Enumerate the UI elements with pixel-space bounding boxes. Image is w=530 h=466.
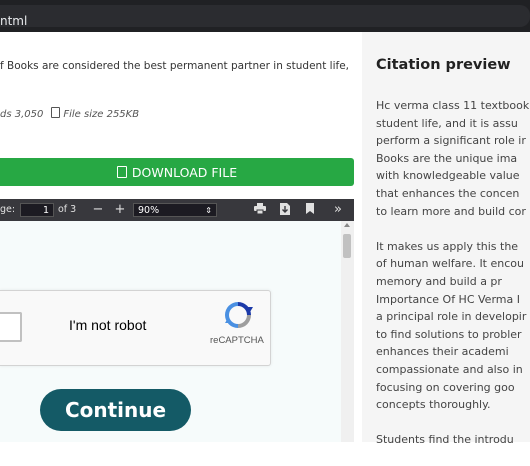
zoom-value: 90% [138, 205, 160, 216]
zoom-out-button[interactable]: − [90, 199, 106, 221]
document-description: f Books are considered the best permanen… [0, 60, 350, 72]
citation-line: student life, and it is assu [376, 116, 518, 130]
citation-line: Importance Of HC Verma I [376, 292, 520, 306]
download-file-button[interactable]: DOWNLOAD FILE [0, 158, 354, 186]
scrollbar-thumb[interactable] [343, 234, 351, 258]
page-number-input[interactable]: 1 [20, 203, 54, 217]
recaptcha-logo-icon [225, 302, 253, 328]
page-total: of 3 [58, 204, 77, 215]
citation-line: compassionate and also in [376, 362, 523, 376]
file-icon [51, 107, 61, 118]
citation-line: concepts thoroughly. [376, 398, 491, 412]
citation-preview-text: Hc verma class 11 textbook student life,… [376, 97, 530, 466]
captcha-label: I'm not robot [69, 317, 147, 333]
citation-paragraph-2: It makes us apply this the of human welf… [376, 238, 530, 414]
citation-line: It makes us apply this the [376, 239, 519, 253]
pdf-toolbar: ge: 1 of 3 − + 90% ⇕ » [0, 199, 354, 221]
document-meta: ds 3,050 File size 255KB [0, 107, 139, 120]
citation-line: to learn more and build cor [376, 204, 526, 218]
zoom-in-button[interactable]: + [112, 199, 128, 221]
print-icon [254, 203, 266, 215]
citation-line: of human welfare. It encou [376, 257, 524, 271]
citation-line: Students find the introdu [376, 433, 514, 447]
citation-line: a principal role in developir [376, 310, 527, 324]
citation-line: Hc verma class 11 textbook [376, 99, 530, 112]
zoom-select[interactable]: 90% ⇕ [133, 203, 217, 217]
citation-preview-title: Citation preview [376, 57, 511, 73]
citation-line: perform a significant role ir [376, 134, 526, 148]
citation-paragraph-3: Students find the introdu [376, 431, 530, 449]
save-button[interactable] [277, 199, 293, 221]
captcha-checkbox[interactable] [0, 312, 22, 342]
citation-line: to find solutions to probler [376, 327, 522, 341]
recaptcha-brand: reCAPTCHA [210, 335, 264, 346]
citation-line: Books are the unique ima [376, 151, 518, 165]
download-icon [280, 203, 290, 215]
citation-paragraph-1: Hc verma class 11 textbook student life,… [376, 97, 530, 220]
continue-button[interactable]: Continue [40, 389, 191, 431]
print-button[interactable] [252, 199, 268, 221]
citation-line: memory and build a pr [376, 274, 502, 288]
bookmark-icon [306, 203, 314, 214]
downloads-count: ds 3,050 [0, 109, 44, 120]
bookmark-button[interactable] [302, 199, 318, 221]
citation-line: focusing on covering goo [376, 380, 515, 394]
citation-line: enhances their academi [376, 345, 509, 359]
page-label: ge: [0, 204, 16, 215]
browser-toolbar: ntml [0, 0, 530, 32]
citation-line: with knowledgeable value [376, 169, 520, 183]
more-tools-button[interactable]: » [330, 199, 346, 221]
pdf-file-icon [116, 166, 127, 178]
address-bar-text[interactable]: ntml [0, 14, 27, 28]
download-label: DOWNLOAD FILE [131, 164, 238, 180]
address-bar[interactable]: ntml [0, 5, 530, 28]
citation-line: that enhances the concen [376, 186, 520, 200]
scroll-up-arrow-icon[interactable] [344, 223, 350, 227]
file-size: File size 255KB [63, 109, 140, 120]
select-arrows-icon: ⇕ [205, 206, 212, 215]
